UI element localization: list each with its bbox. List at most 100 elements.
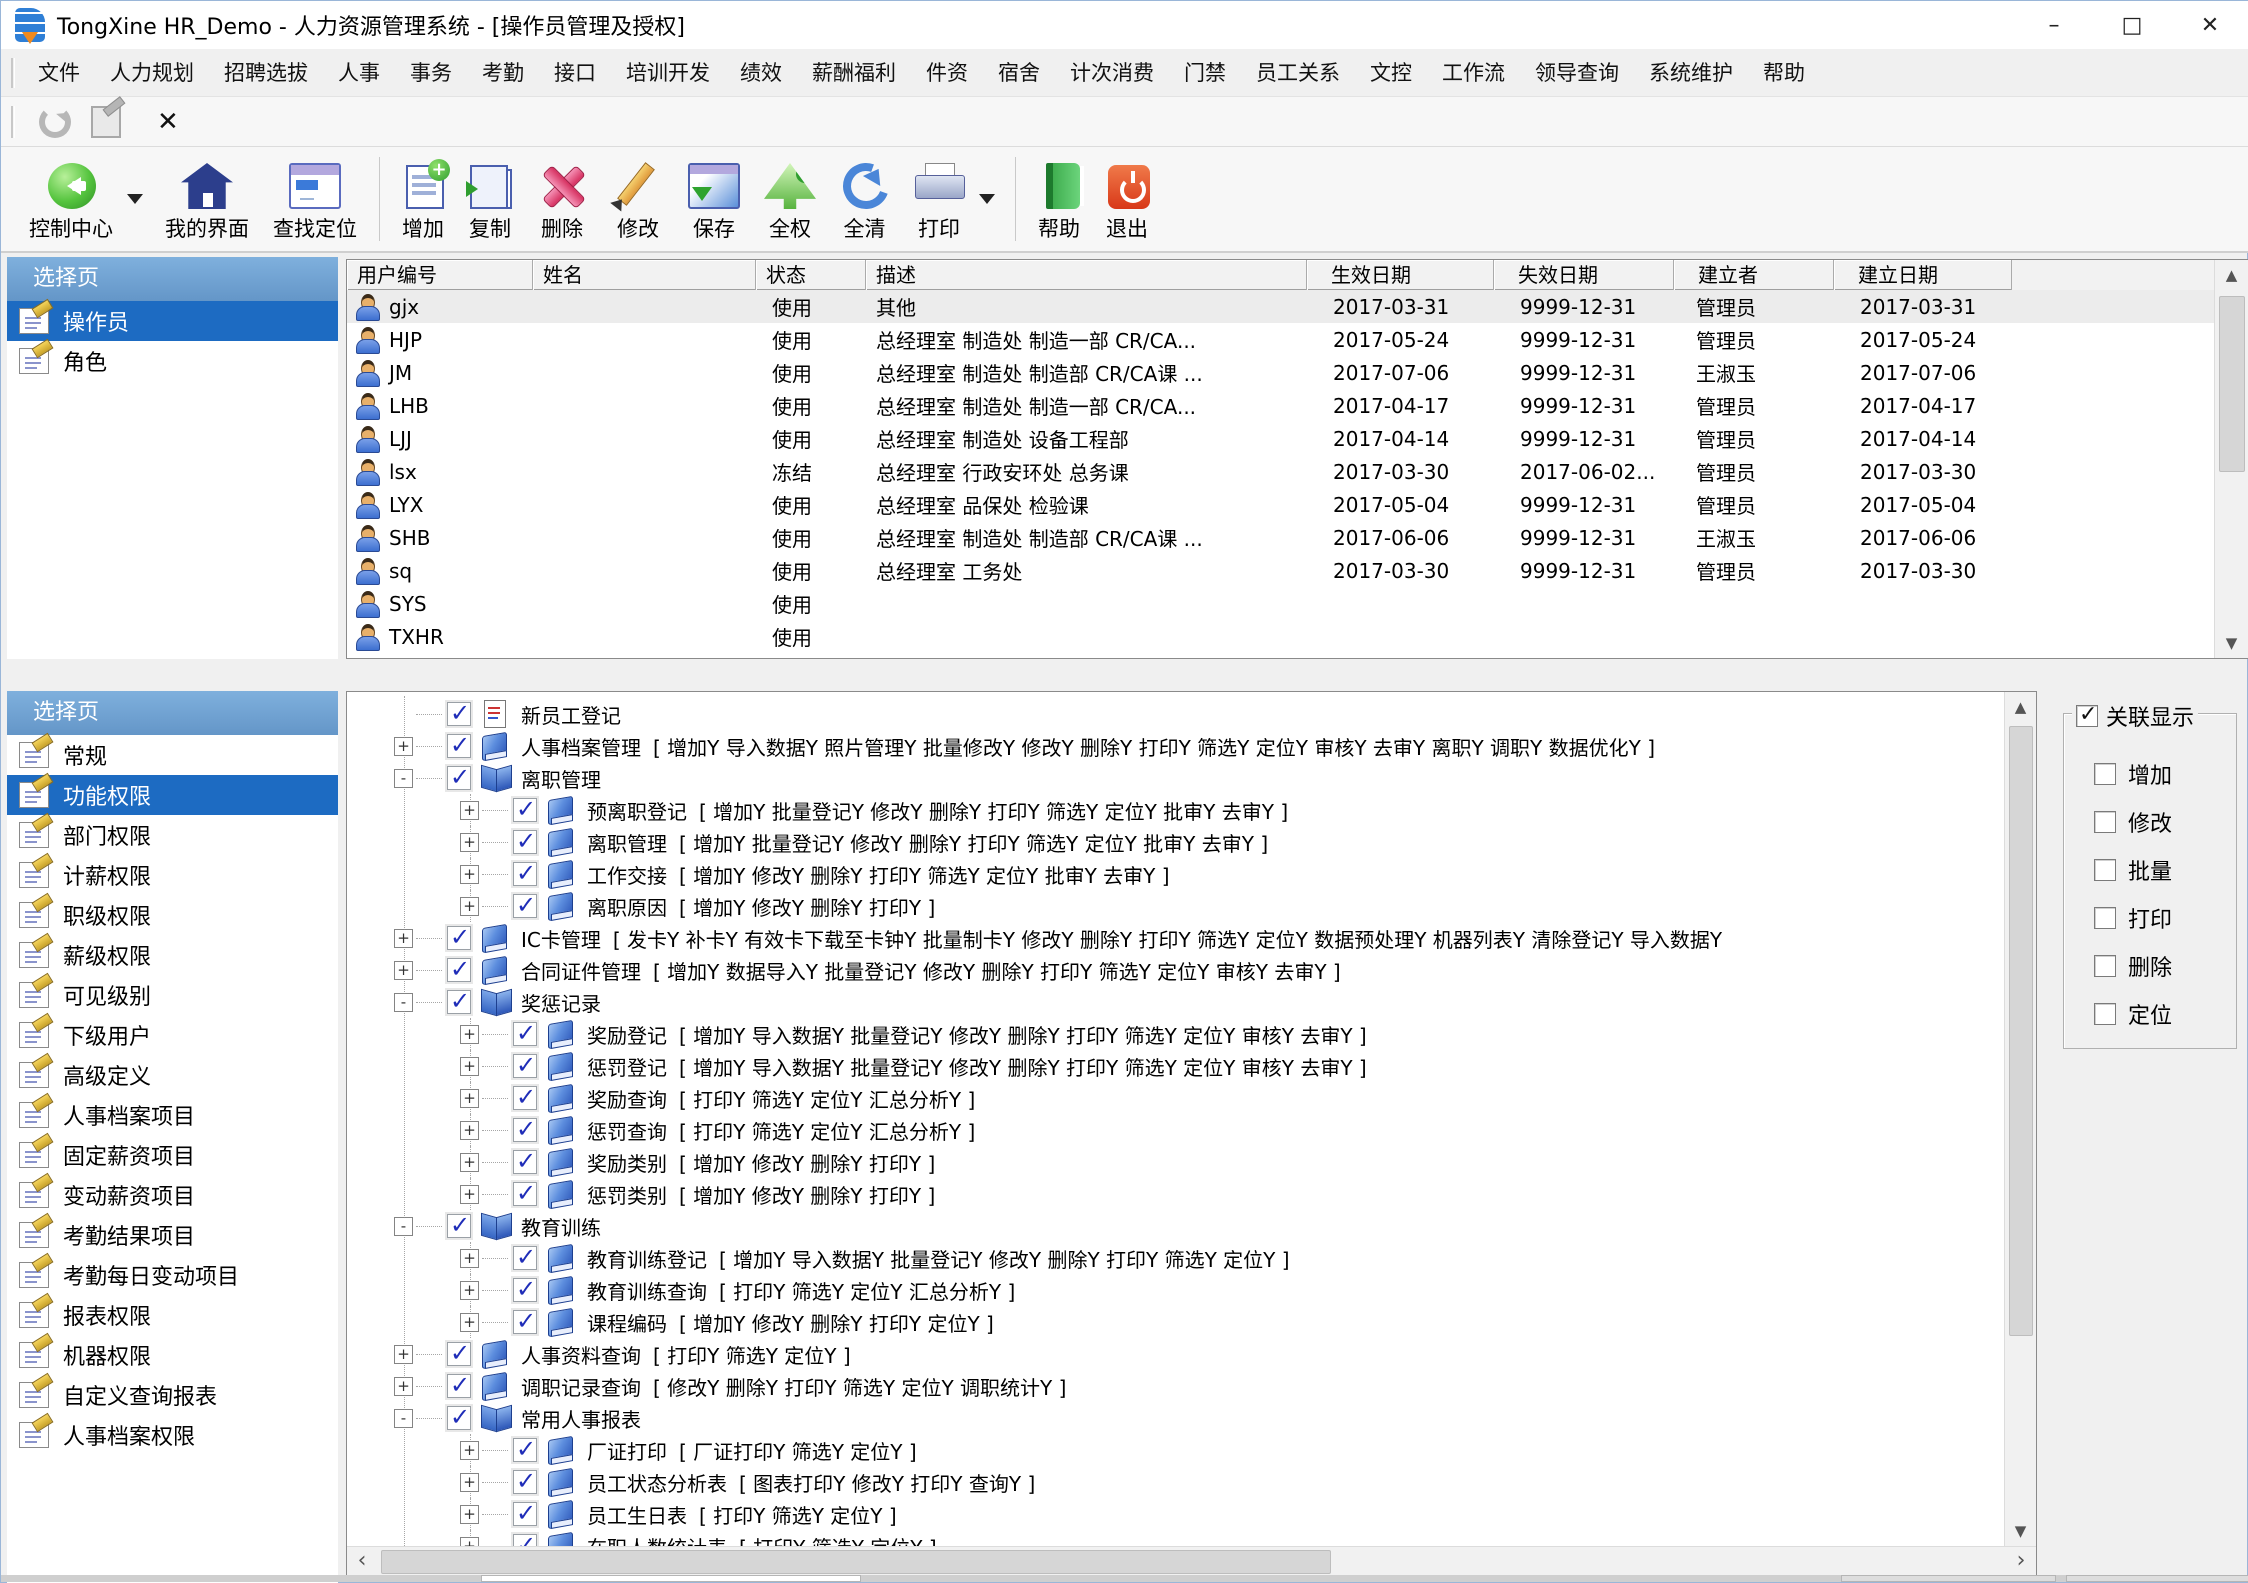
tree-node[interactable]: + 教育训练查询 [ 打印Y 筛选Y 定位Y 汇总分析Y ]: [347, 1274, 2004, 1306]
menu-item[interactable]: 人力规划: [95, 49, 209, 97]
toolbar-button[interactable]: 我的界面: [153, 151, 261, 247]
expander-icon[interactable]: +: [460, 897, 479, 916]
scrollbar-thumb[interactable]: [2009, 726, 2033, 1336]
related-option[interactable]: 批量: [2094, 846, 2236, 894]
tree-checkbox-checked[interactable]: [513, 1310, 537, 1334]
sidebar-item[interactable]: 考勤结果项目: [7, 1215, 338, 1255]
tree-checkbox-checked[interactable]: [447, 734, 471, 758]
table-vertical-scrollbar[interactable]: [2214, 260, 2248, 658]
tree-horizontal-scrollbar[interactable]: [347, 1546, 2036, 1576]
column-header[interactable]: 失效日期: [1494, 260, 1674, 290]
expander-icon[interactable]: +: [394, 929, 413, 948]
scroll-up-icon[interactable]: [2005, 692, 2036, 722]
toolbar-button[interactable]: 退出: [1092, 151, 1162, 247]
expander-icon[interactable]: +: [460, 1121, 479, 1140]
expander-icon[interactable]: +: [460, 1281, 479, 1300]
table-row[interactable]: sq 使用 总经理室 工务处 2017-03-30 9999-12-31 管理员…: [347, 554, 2214, 587]
tree-node[interactable]: + 教育训练登记 [ 增加Y 导入数据Y 批量登记Y 修改Y 删除Y 打印Y 筛…: [347, 1242, 2004, 1274]
related-option[interactable]: 删除: [2094, 942, 2236, 990]
scroll-down-icon[interactable]: [2215, 628, 2248, 658]
expander-icon[interactable]: +: [460, 833, 479, 852]
menu-item[interactable]: 系统维护: [1634, 49, 1748, 97]
sidebar-item[interactable]: 操作员: [7, 301, 338, 341]
refresh-icon-disabled[interactable]: [39, 106, 71, 138]
table-row[interactable]: lsx 冻结 总经理室 行政安环处 总务课 2017-03-30 2017-06…: [347, 455, 2214, 488]
sidebar-item[interactable]: 计薪权限: [7, 855, 338, 895]
menu-item[interactable]: 文控: [1355, 49, 1427, 97]
tree-node[interactable]: + 预离职登记 [ 增加Y 批量登记Y 修改Y 删除Y 打印Y 筛选Y 定位Y …: [347, 794, 2004, 826]
tree-node[interactable]: + IC卡管理 [ 发卡Y 补卡Y 有效卡下载至卡钟Y 批量制卡Y 修改Y 删除…: [347, 922, 2004, 954]
table-row[interactable]: SHB 使用 总经理室 制造处 制造部 CR/CA课 ... 2017-06-0…: [347, 521, 2214, 554]
tree-checkbox-checked[interactable]: [513, 862, 537, 886]
scrollbar-thumb[interactable]: [2219, 296, 2245, 472]
toolbar-button[interactable]: 全清: [828, 151, 901, 247]
expander-icon[interactable]: -: [394, 1217, 413, 1236]
option-checkbox-unchecked[interactable]: [2094, 907, 2116, 929]
expander-icon[interactable]: +: [394, 961, 413, 980]
expander-icon[interactable]: +: [460, 1441, 479, 1460]
expander-icon[interactable]: +: [460, 1249, 479, 1268]
table-row[interactable]: LHB 使用 总经理室 制造处 制造一部 CR/CA... 2017-04-17…: [347, 389, 2214, 422]
toolbar-button[interactable]: 控制中心: [17, 151, 125, 247]
sidebar-item[interactable]: 高级定义: [7, 1055, 338, 1095]
dropdown-caret-icon[interactable]: [979, 194, 995, 204]
tree-node[interactable]: + 员工生日表 [ 打印Y 筛选Y 定位Y ]: [347, 1498, 2004, 1530]
tree-node[interactable]: + 调职记录查询 [ 修改Y 删除Y 打印Y 筛选Y 定位Y 调职统计Y ]: [347, 1370, 2004, 1402]
tree-checkbox-checked[interactable]: [447, 990, 471, 1014]
menu-item[interactable]: 绩效: [725, 49, 797, 97]
option-checkbox-unchecked[interactable]: [2094, 955, 2116, 977]
scroll-left-icon[interactable]: [347, 1547, 377, 1576]
toolbar-button[interactable]: 查找定位: [261, 151, 369, 247]
toolbar-button[interactable]: 复制: [456, 151, 524, 247]
tree-node[interactable]: - 教育训练: [347, 1210, 2004, 1242]
tree-checkbox-checked[interactable]: [513, 1022, 537, 1046]
sidebar-item[interactable]: 自定义查询报表: [7, 1375, 338, 1415]
tree-checkbox-checked[interactable]: [513, 798, 537, 822]
expander-icon[interactable]: +: [460, 1537, 479, 1547]
expander-icon[interactable]: +: [460, 1025, 479, 1044]
scroll-right-icon[interactable]: [2006, 1547, 2036, 1576]
menu-item[interactable]: 帮助: [1748, 49, 1820, 97]
sidebar-item[interactable]: 报表权限: [7, 1295, 338, 1335]
minimize-button[interactable]: –: [2015, 1, 2093, 49]
tree-checkbox-checked[interactable]: [513, 1534, 537, 1546]
expander-icon[interactable]: +: [460, 1185, 479, 1204]
column-header[interactable]: 生效日期: [1307, 260, 1494, 290]
tree-node[interactable]: + 课程编码 [ 增加Y 修改Y 删除Y 打印Y 定位Y ]: [347, 1306, 2004, 1338]
dropdown-caret-icon[interactable]: [127, 194, 143, 204]
sidebar-item[interactable]: 固定薪资项目: [7, 1135, 338, 1175]
expander-icon[interactable]: +: [460, 801, 479, 820]
tree-node[interactable]: + 人事档案管理 [ 增加Y 导入数据Y 照片管理Y 批量修改Y 修改Y 删除Y…: [347, 730, 2004, 762]
column-header[interactable]: 用户编号: [347, 260, 533, 290]
scroll-down-icon[interactable]: [2005, 1516, 2036, 1546]
scrollbar-thumb[interactable]: [381, 1550, 1331, 1574]
tree-node[interactable]: + 惩罚登记 [ 增加Y 导入数据Y 批量登记Y 修改Y 删除Y 打印Y 筛选Y…: [347, 1050, 2004, 1082]
tree-checkbox-checked[interactable]: [513, 1278, 537, 1302]
tree-node[interactable]: - 离职管理: [347, 762, 2004, 794]
table-row[interactable]: LJJ 使用 总经理室 制造处 设备工程部 2017-04-14 9999-12…: [347, 422, 2214, 455]
tree-checkbox-checked[interactable]: [513, 1086, 537, 1110]
maximize-button[interactable]: □: [2093, 1, 2171, 49]
tree-checkbox-checked[interactable]: [447, 1374, 471, 1398]
expander-icon[interactable]: +: [460, 1057, 479, 1076]
menu-item[interactable]: 培训开发: [611, 49, 725, 97]
related-option[interactable]: 打印: [2094, 894, 2236, 942]
table-row[interactable]: SYS 使用: [347, 587, 2214, 620]
menu-item[interactable]: 员工关系: [1241, 49, 1355, 97]
toolbar-button[interactable]: 增加: [390, 151, 456, 247]
table-row[interactable]: JM 使用 总经理室 制造处 制造部 CR/CA课 ... 2017-07-06…: [347, 356, 2214, 389]
tree-checkbox-checked[interactable]: [513, 1502, 537, 1526]
sidebar-item[interactable]: 下级用户: [7, 1015, 338, 1055]
tree-checkbox-checked[interactable]: [513, 1246, 537, 1270]
toolbar-button[interactable]: 全权: [752, 151, 828, 247]
tree-node[interactable]: + 奖励登记 [ 增加Y 导入数据Y 批量登记Y 修改Y 删除Y 打印Y 筛选Y…: [347, 1018, 2004, 1050]
tree-node[interactable]: + 离职原因 [ 增加Y 修改Y 删除Y 打印Y ]: [347, 890, 2004, 922]
toolbar-button[interactable]: 帮助: [1026, 151, 1092, 247]
sidebar-item[interactable]: 薪级权限: [7, 935, 338, 975]
tree-node[interactable]: 新员工登记: [347, 698, 2004, 730]
option-checkbox-unchecked[interactable]: [2094, 1003, 2116, 1025]
table-row[interactable]: HJP 使用 总经理室 制造处 制造一部 CR/CA... 2017-05-24…: [347, 323, 2214, 356]
table-row[interactable]: LYX 使用 总经理室 品保处 检验课 2017-05-04 9999-12-3…: [347, 488, 2214, 521]
toolbar-button[interactable]: 修改: [600, 151, 676, 247]
related-option[interactable]: 增加: [2094, 750, 2236, 798]
